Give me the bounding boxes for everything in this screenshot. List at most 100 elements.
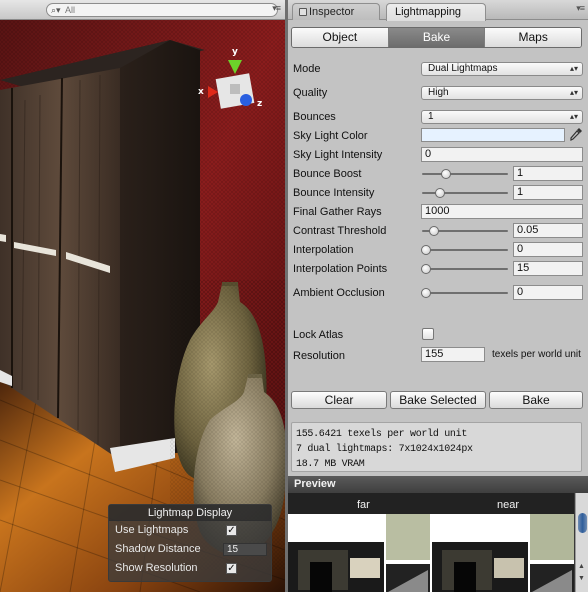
gizmo-x-label: x xyxy=(198,87,204,97)
interpolation-points-field[interactable]: 15 xyxy=(513,261,583,276)
panel-tabbar: Inspector Lightmapping ▾≡ xyxy=(288,0,588,21)
preview-area: far near ▲ ▼ xyxy=(288,493,588,592)
slider-knob[interactable] xyxy=(435,188,446,198)
ambient-occlusion-field[interactable]: 0 xyxy=(513,285,583,300)
lock-atlas-label: Lock Atlas xyxy=(293,329,344,341)
contrast-threshold-slider[interactable] xyxy=(422,225,508,237)
resolution-unit: texels per world unit xyxy=(492,349,581,360)
interpolation-field[interactable]: 0 xyxy=(513,242,583,257)
sky-light-intensity-label: Sky Light Intensity xyxy=(293,149,383,161)
ambient-occlusion-label: Ambient Occlusion xyxy=(293,287,385,299)
search-icon: ⌕▾ xyxy=(51,5,61,15)
final-gather-rays-label: Final Gather Rays xyxy=(293,206,382,218)
eyedropper-icon[interactable] xyxy=(569,127,583,143)
slider-knob[interactable] xyxy=(421,245,431,255)
scene-toolbar: ⌕▾ All ▾≡ xyxy=(0,0,285,20)
contrast-threshold-label: Contrast Threshold xyxy=(293,225,387,237)
mode-object-button[interactable]: Object xyxy=(292,28,388,47)
show-resolution-row: Show Resolution ✓ xyxy=(109,559,271,578)
bake-button[interactable]: Bake xyxy=(489,391,583,409)
mode-toolbar: Object Bake Maps xyxy=(291,27,582,48)
slider-track xyxy=(422,292,508,294)
shadow-distance-row: Shadow Distance 15 xyxy=(109,540,271,559)
quality-dropdown-value: High xyxy=(428,87,449,98)
sky-light-color-swatch[interactable] xyxy=(421,128,565,142)
lightmap-thumbnails[interactable] xyxy=(288,514,574,592)
slider-track xyxy=(422,173,508,175)
scrollbar-thumb[interactable] xyxy=(578,513,587,533)
shadow-distance-field[interactable]: 15 xyxy=(223,543,267,556)
gizmo-y-label: y xyxy=(232,47,238,57)
scene-view[interactable]: y x z ⌕▾ All ▾≡ Lightmap Display Use Lig… xyxy=(0,0,285,592)
slider-knob[interactable] xyxy=(440,169,451,179)
stat-texels: 155.6421 texels per world unit xyxy=(296,429,468,440)
sky-light-color-label: Sky Light Color xyxy=(293,130,368,142)
mode-label: Mode xyxy=(293,63,321,75)
bounce-boost-label: Bounce Boost xyxy=(293,168,362,180)
interpolation-slider[interactable] xyxy=(421,244,508,256)
scene-search-input[interactable]: ⌕▾ All xyxy=(46,3,278,17)
shadow-distance-label: Shadow Distance xyxy=(115,543,201,555)
stat-vram: 18.7 MB VRAM xyxy=(296,459,365,470)
use-lightmaps-label: Use Lightmaps xyxy=(115,524,189,536)
interpolation-points-slider[interactable] xyxy=(421,263,508,275)
bounce-intensity-field[interactable]: 1 xyxy=(513,185,583,200)
bounce-boost-slider[interactable] xyxy=(422,168,508,180)
final-gather-rays-field[interactable]: 1000 xyxy=(421,204,583,219)
mode-maps-button[interactable]: Maps xyxy=(484,28,581,47)
preview-labels: far near xyxy=(288,493,574,514)
dropdown-arrows-icon: ▴▾ xyxy=(569,64,578,73)
ambient-occlusion-slider[interactable] xyxy=(421,287,508,299)
gizmo-z-label: z xyxy=(257,99,262,109)
inspector-icon xyxy=(299,8,307,16)
quality-dropdown[interactable]: High ▴▾ xyxy=(421,86,583,100)
preview-near-label: near xyxy=(497,499,520,511)
preview-far-label: far xyxy=(357,499,370,511)
resolution-field[interactable]: 155 xyxy=(421,347,485,362)
tab-lightmapping-label: Lightmapping xyxy=(395,6,462,18)
resolution-label: Resolution xyxy=(293,350,345,362)
show-resolution-checkbox[interactable]: ✓ xyxy=(226,563,237,574)
bounce-boost-field[interactable]: 1 xyxy=(513,166,583,181)
slider-knob[interactable] xyxy=(421,264,431,274)
slider-track xyxy=(422,249,508,251)
bounces-dropdown[interactable]: 1 ▴▾ xyxy=(421,110,583,124)
bake-stats: 155.6421 texels per world unit 7 dual li… xyxy=(291,422,582,472)
scene-menu-icon[interactable]: ▾≡ xyxy=(272,3,281,14)
scene-search-placeholder: All xyxy=(65,5,76,15)
sky-light-intensity-field[interactable]: 0 xyxy=(421,147,583,162)
scroll-down-icon[interactable]: ▼ xyxy=(578,575,585,582)
lightmap-display-overlay: Lightmap Display Use Lightmaps ✓ Shadow … xyxy=(108,504,272,582)
dropdown-arrows-icon: ▴▾ xyxy=(569,112,578,121)
bake-selected-button[interactable]: Bake Selected xyxy=(390,391,486,409)
panel-menu-icon[interactable]: ▾≡ xyxy=(576,3,585,14)
preview-header[interactable]: Preview xyxy=(288,476,588,493)
interpolation-points-label: Interpolation Points xyxy=(293,263,388,275)
lock-atlas-checkbox[interactable] xyxy=(422,328,434,340)
bounce-intensity-label: Bounce Intensity xyxy=(293,187,375,199)
bounces-label: Bounces xyxy=(293,111,336,123)
show-resolution-label: Show Resolution xyxy=(115,562,198,574)
lightmap-display-title: Lightmap Display xyxy=(109,505,271,521)
tab-inspector[interactable]: Inspector xyxy=(292,3,380,20)
bounce-intensity-slider[interactable] xyxy=(422,187,508,199)
preview-scrollbar[interactable]: ▲ ▼ xyxy=(575,493,588,592)
bounces-dropdown-value: 1 xyxy=(428,111,434,122)
mode-bake-button[interactable]: Bake xyxy=(387,28,485,47)
mode-dropdown[interactable]: Dual Lightmaps ▴▾ xyxy=(421,62,583,76)
use-lightmaps-checkbox[interactable]: ✓ xyxy=(226,525,237,536)
lightmapping-panel: Inspector Lightmapping ▾≡ Object Bake Ma… xyxy=(288,0,588,592)
tab-lightmapping[interactable]: Lightmapping xyxy=(386,3,486,21)
scroll-up-icon[interactable]: ▲ xyxy=(578,563,585,570)
clear-button[interactable]: Clear xyxy=(291,391,387,409)
slider-knob[interactable] xyxy=(421,288,431,298)
tab-inspector-label: Inspector xyxy=(309,6,355,18)
interpolation-label: Interpolation xyxy=(293,244,354,256)
slider-knob[interactable] xyxy=(428,226,439,236)
stat-lightmaps: 7 dual lightmaps: 7x1024x1024px xyxy=(296,444,473,455)
quality-label: Quality xyxy=(293,87,328,99)
contrast-threshold-field[interactable]: 0.05 xyxy=(513,223,583,238)
use-lightmaps-row: Use Lightmaps ✓ xyxy=(109,521,271,540)
mode-dropdown-value: Dual Lightmaps xyxy=(428,63,498,74)
dropdown-arrows-icon: ▴▾ xyxy=(569,88,578,97)
